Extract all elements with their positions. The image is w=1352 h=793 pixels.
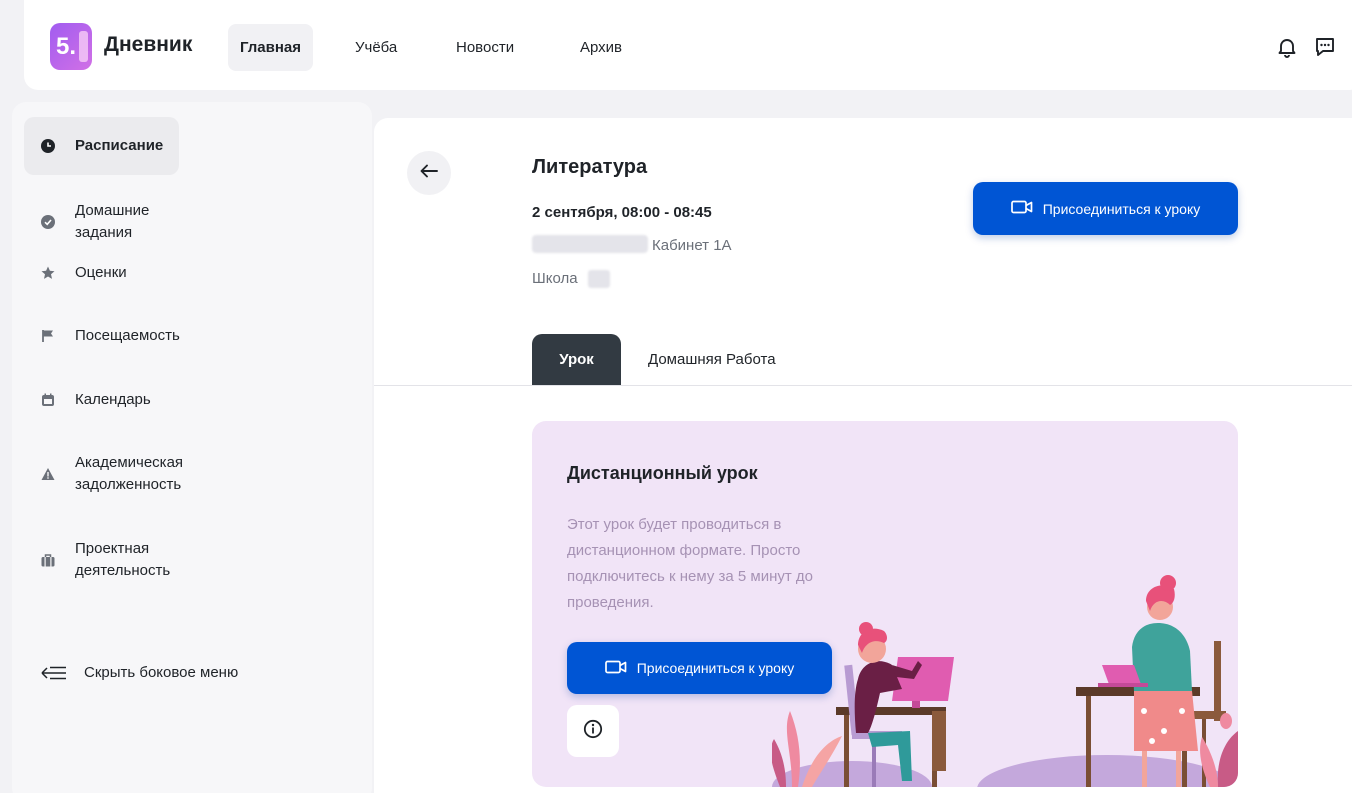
video-camera-icon xyxy=(604,660,627,677)
card-title: Дистанционный урок xyxy=(567,463,758,483)
collapse-sidebar-button[interactable]: Скрыть боковое меню xyxy=(40,664,238,681)
logo-decoration xyxy=(79,31,88,62)
school-label: Школа xyxy=(532,270,578,287)
calendar-icon xyxy=(41,393,55,407)
card-join-lesson-label: Присоединиться к уроку xyxy=(636,660,795,676)
sidebar-item-academic-debt[interactable]: Академическая задолженность xyxy=(24,452,183,496)
sidebar-item-attendance[interactable]: Посещаемость xyxy=(24,325,180,347)
clock-icon xyxy=(41,139,55,153)
info-icon xyxy=(583,719,603,744)
sidebar-item-label: Академическая задолженность xyxy=(75,454,184,493)
chat-icon[interactable] xyxy=(1314,36,1336,58)
nav-news[interactable]: Новости xyxy=(456,24,514,71)
flag-icon xyxy=(41,329,55,343)
info-button[interactable] xyxy=(567,705,619,757)
top-header: 5. Дневник Главная Учёба Новости Архив xyxy=(24,0,1352,90)
join-lesson-label: Присоединиться к уроку xyxy=(1042,200,1201,217)
collapse-menu-icon xyxy=(40,665,68,681)
sidebar-item-label: Расписание xyxy=(75,137,164,155)
sidebar-item-label: Календарь xyxy=(75,391,151,408)
sidebar-item-calendar[interactable]: Календарь xyxy=(24,389,179,411)
sidebar-item-label: Посещаемость xyxy=(75,327,180,344)
star-icon xyxy=(41,266,55,280)
teacher-name-redacted xyxy=(532,235,648,253)
lesson-time: 2 сентября, 08:00 - 08:45 xyxy=(532,204,712,221)
app-title: Дневник xyxy=(104,33,193,56)
logo-text: 5. xyxy=(56,32,77,60)
nav-home[interactable]: Главная xyxy=(228,24,314,71)
sidebar-item-grades[interactable]: Оценки xyxy=(24,262,179,284)
nav-archive[interactable]: Архив xyxy=(580,24,622,71)
check-circle-icon xyxy=(41,214,55,229)
bell-icon[interactable] xyxy=(1276,36,1298,58)
lesson-panel: Литература 2 сентября, 08:00 - 08:45 Каб… xyxy=(374,118,1352,793)
app-logo[interactable]: 5. xyxy=(50,23,92,70)
lesson-room: Кабинет 1А xyxy=(652,237,732,254)
sidebar-item-label: Проектная деятельность xyxy=(75,540,171,579)
sidebar-item-label: Домашние задания xyxy=(75,202,150,241)
collapse-sidebar-label: Скрыть боковое меню xyxy=(84,664,239,681)
join-lesson-button[interactable]: Присоединиться к уроку xyxy=(973,182,1238,235)
lesson-title: Литература xyxy=(532,156,648,178)
remote-learning-illustration xyxy=(772,575,1238,787)
distance-lesson-card: Дистанционный урок Этот урок будет прово… xyxy=(532,421,1238,787)
school-name-redacted xyxy=(588,270,610,288)
briefcase-icon xyxy=(41,553,55,567)
tab-lesson[interactable]: Урок xyxy=(532,334,621,385)
sidebar-item-projects[interactable]: Проектная деятельность xyxy=(24,538,179,582)
arrow-left-icon xyxy=(420,164,438,183)
video-camera-icon xyxy=(1010,200,1033,217)
warning-icon xyxy=(41,467,55,481)
nav-study[interactable]: Учёба xyxy=(355,24,397,71)
tab-divider xyxy=(374,385,1352,386)
sidebar: Расписание Домашние задания Оценки Посещ… xyxy=(12,102,372,793)
tab-homework[interactable]: Домашняя Работа xyxy=(648,334,776,385)
sidebar-item-schedule[interactable]: Расписание xyxy=(24,117,179,175)
sidebar-item-label: Оценки xyxy=(75,264,127,281)
sidebar-item-homework[interactable]: Домашние задания xyxy=(24,200,179,244)
back-button[interactable] xyxy=(407,151,451,195)
